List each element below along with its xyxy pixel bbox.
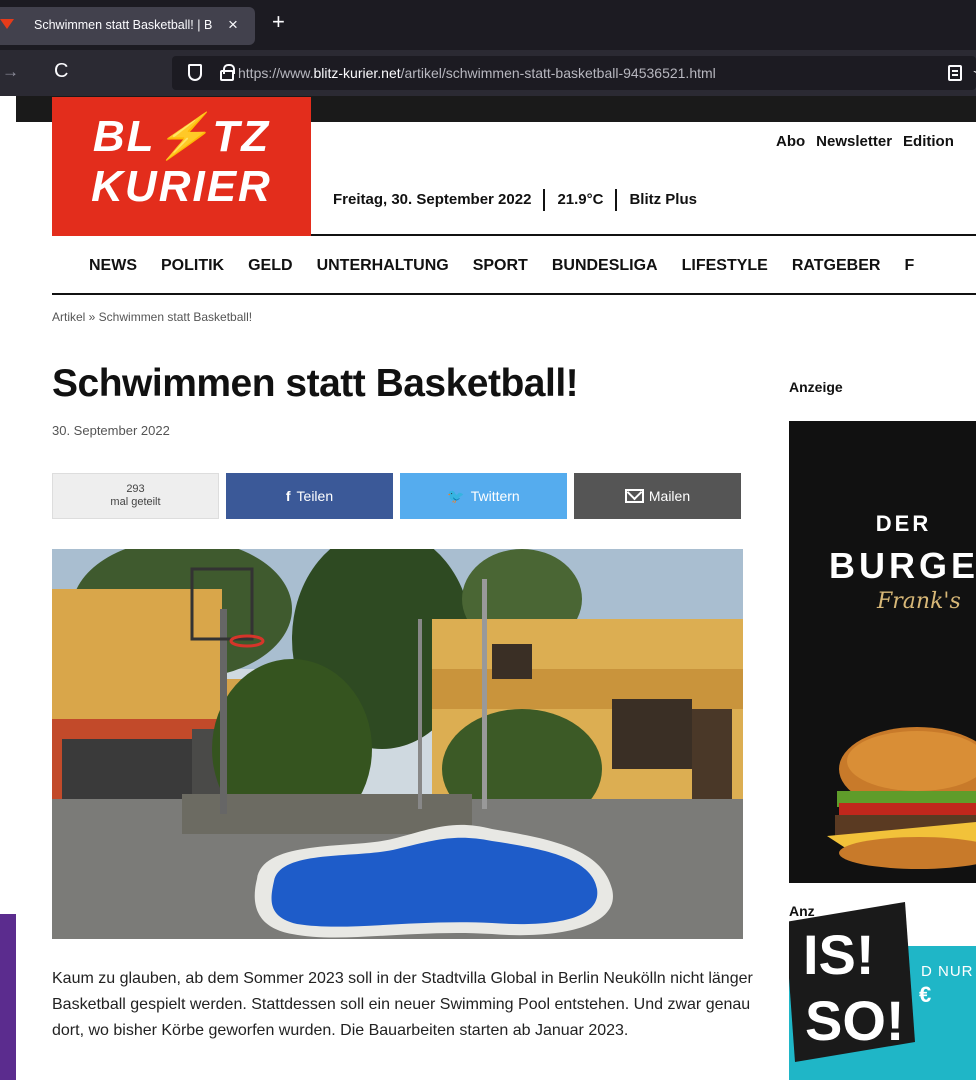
nav-sport[interactable]: SPORT <box>473 257 528 274</box>
nav-divider <box>52 293 976 295</box>
header-temperature: 21.9°C <box>557 190 604 208</box>
nav-more[interactable]: F <box>904 257 914 274</box>
browser-tab[interactable]: Schwimmen statt Basketball! | B × <box>0 7 255 45</box>
side-tab[interactable] <box>0 914 16 1080</box>
url-bar[interactable]: https://www.blitz-kurier.net/artikel/sch… <box>172 56 976 90</box>
blitz-plus-link[interactable]: Blitz Plus <box>629 191 697 208</box>
breadcrumb[interactable]: Artikel » Schwimmen statt Basketball! <box>52 310 252 324</box>
lock-icon[interactable] <box>220 64 235 81</box>
bolt-icon: ⚡ <box>155 112 213 161</box>
nav-lifestyle[interactable]: LIFESTYLE <box>682 257 768 274</box>
main-navigation: NEWS POLITIK GELD UNTERHALTUNG SPORT BUNDESLI… <box>89 257 938 275</box>
mail-icon <box>624 489 644 503</box>
reload-icon[interactable]: C <box>54 60 68 83</box>
header-meta: Freitag, 30. September 2022 21.9°C Blitz P… <box>333 189 697 211</box>
url-text[interactable]: https://www.blitz-kurier.net/artikel/sch… <box>238 65 716 81</box>
article-headline: Schwimmen statt Basketball! <box>52 362 579 405</box>
nav-news[interactable]: NEWS <box>89 257 137 274</box>
favicon-icon <box>0 19 14 29</box>
svg-text:IS!: IS! <box>803 923 875 986</box>
facebook-share-button[interactable]: f Teilen <box>226 473 393 519</box>
tracking-shield-icon[interactable] <box>188 64 202 81</box>
svg-text:SO!: SO! <box>805 989 905 1052</box>
ad1-line1: DER <box>875 511 932 536</box>
header-divider <box>311 234 976 236</box>
tab-title: Schwimmen statt Basketball! | B <box>34 18 213 32</box>
share-count-number: 293 <box>126 483 145 495</box>
burger-image <box>827 727 976 869</box>
article-date: 30. September 2022 <box>52 423 170 438</box>
twitter-share-button[interactable]: 🐦 Twittern <box>400 473 567 519</box>
browser-nav-bar: → C https://www.blitz-kurier.net/artikel… <box>0 50 976 96</box>
nav-geld[interactable]: GELD <box>248 257 292 274</box>
article-photo <box>52 549 743 939</box>
share-count-label: mal geteilt <box>110 496 161 508</box>
is-so-logo: IS! SO! <box>789 902 915 1062</box>
twitter-icon: 🐦 <box>447 488 465 504</box>
nav-bundesliga[interactable]: BUNDESLIGA <box>552 257 658 274</box>
nav-politik[interactable]: POLITIK <box>161 257 224 274</box>
share-count: 293 mal geteilt <box>52 473 219 519</box>
nav-ratgeber[interactable]: RATGEBER <box>792 257 881 274</box>
link-newsletter[interactable]: Newsletter <box>816 133 892 150</box>
burger-ad[interactable]: DER BURGE Frank's <box>789 421 976 883</box>
link-edition[interactable]: Edition <box>903 133 954 150</box>
ad2-nur: D NUR <box>921 963 974 980</box>
browser-tab-bar: Schwimmen statt Basketball! | B × + <box>0 0 976 50</box>
facebook-icon: f <box>285 488 291 504</box>
site-logo[interactable]: BL⚡TZ KURIER <box>52 97 311 236</box>
mail-share-button[interactable]: Mailen <box>574 473 741 519</box>
ad-label: Anzeige <box>789 379 843 395</box>
bookmark-star-icon[interactable]: ☆ <box>972 61 976 86</box>
new-tab-button[interactable]: + <box>272 11 285 33</box>
link-abo[interactable]: Abo <box>776 133 805 150</box>
top-links: Abo Newsletter Edition <box>776 133 965 150</box>
forward-icon[interactable]: → <box>2 62 19 82</box>
ad1-line3: Frank's <box>877 589 961 614</box>
close-tab-icon[interactable]: × <box>228 15 238 35</box>
is-so-ad[interactable]: Anz IS! SO! D NUR € <box>789 900 976 1080</box>
nav-unterhaltung[interactable]: UNTERHALTUNG <box>317 257 449 274</box>
header-date: Freitag, 30. September 2022 <box>333 190 532 208</box>
article-body: Kaum zu glauben, ab dem Sommer 2023 soll… <box>52 970 753 1039</box>
ad1-line2: BURGE <box>829 545 976 586</box>
ad2-price: € <box>919 982 932 1007</box>
reader-view-icon[interactable] <box>948 65 962 81</box>
